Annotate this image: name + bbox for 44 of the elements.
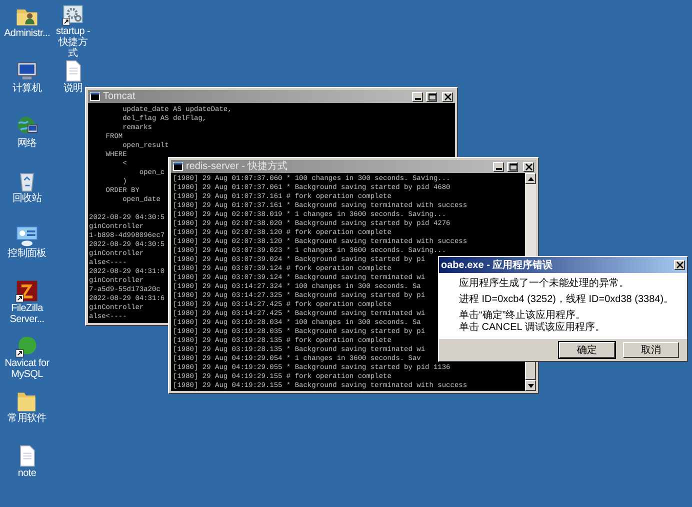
process-info: 进程 ID=0xcb4 (3252)，线程 ID=0xd38 (3384)。 — [459, 294, 675, 306]
close-button[interactable] — [523, 162, 534, 172]
close-icon — [524, 162, 532, 170]
scroll-up-button[interactable] — [525, 173, 536, 184]
icon-label: FileZilla Server... — [8, 303, 46, 325]
hint-text: 单击“确定”终止该应用程序。 — [459, 310, 587, 322]
maximize-button[interactable] — [507, 162, 518, 172]
maximize-button[interactable] — [426, 92, 437, 102]
close-button[interactable] — [442, 92, 453, 102]
icon-label: 说明 — [63, 83, 83, 94]
minimize-icon — [414, 98, 420, 100]
up-arrow-icon — [528, 176, 534, 180]
icon-label: Navicat for MySQL — [4, 358, 50, 380]
window-title: Tomcat — [103, 90, 136, 102]
close-icon — [444, 92, 452, 100]
window-title: redis-server - 快捷方式 — [186, 160, 289, 172]
icon-label: 常用软件 — [8, 413, 46, 424]
dialog-button[interactable]: 取消 — [623, 342, 679, 358]
dialog-title: oabe.exe - 应用程序错误 — [441, 258, 553, 272]
close-button[interactable] — [674, 260, 685, 270]
down-arrow-icon — [528, 384, 534, 388]
minimize-button[interactable] — [412, 92, 423, 102]
maximize-icon — [508, 162, 516, 170]
console-icon — [173, 162, 183, 171]
scroll-down-button[interactable] — [525, 380, 536, 391]
error-message: 应用程序生成了一个未能处理的异常。 — [459, 278, 630, 290]
icon-label: 计算机 — [12, 83, 42, 94]
dialog-button[interactable]: 确定 — [559, 342, 615, 358]
app-icon[interactable] — [15, 279, 39, 303]
icon-label: 控制面板 — [8, 248, 46, 259]
console-icon — [90, 92, 100, 101]
icon-label: 网络 — [17, 138, 37, 149]
minimize-icon — [496, 168, 502, 170]
maximize-icon — [428, 92, 436, 100]
control-panel-icon[interactable] — [15, 224, 39, 248]
icon-label: startup - 快捷方式 — [55, 26, 91, 59]
icon-label: note — [18, 468, 36, 479]
icon-label: 回收站 — [12, 193, 42, 204]
icon-label: Administr... — [4, 28, 50, 39]
gear-icon[interactable] — [61, 4, 85, 26]
minimize-button[interactable] — [493, 162, 504, 172]
app-icon[interactable] — [15, 334, 39, 358]
close-icon — [676, 261, 684, 269]
hint-text: 单击 CANCEL 调试该应用程序。 — [459, 322, 606, 334]
